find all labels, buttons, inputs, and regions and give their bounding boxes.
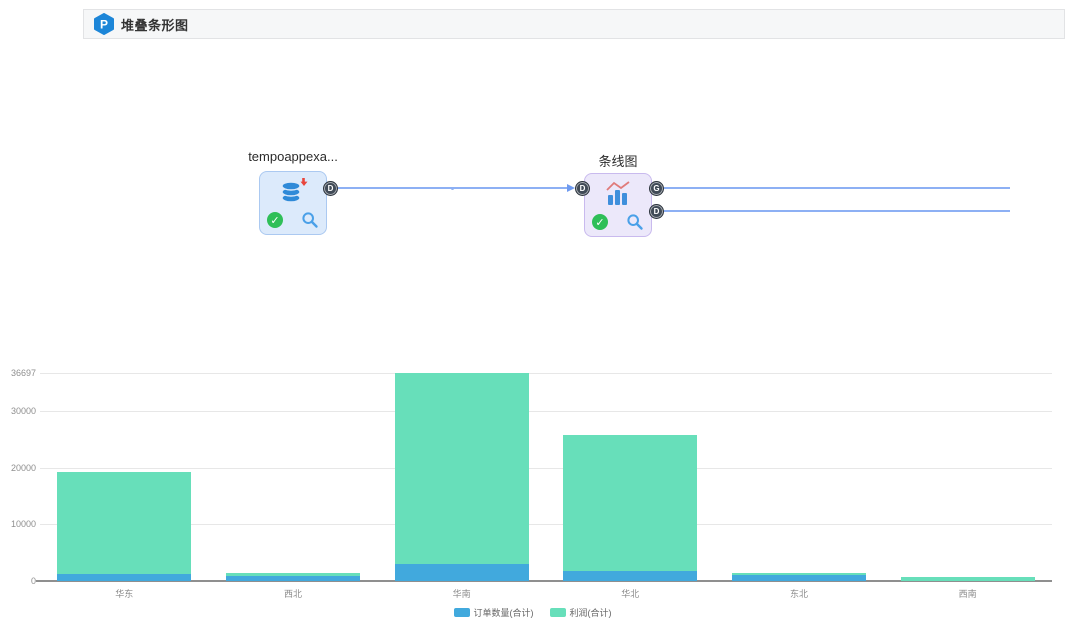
stacked-bar-chart: 0 10000 20000 30000 36697 华东 西北 华南 华北 东北 西南 订单数量(…	[0, 350, 1065, 632]
database-icon	[277, 177, 309, 209]
wire-output-g[interactable]	[664, 187, 1010, 189]
red-download-arrow-icon	[301, 178, 308, 186]
chart-node[interactable]: ✓	[584, 173, 652, 237]
y-tick-label: 20000	[2, 463, 36, 473]
source-node-label: tempoappexa...	[218, 149, 368, 164]
check-circle-icon: ✓	[267, 212, 283, 228]
legend-swatch	[454, 608, 470, 617]
legend-item[interactable]: 利润(合计)	[550, 606, 612, 619]
category-label: 东北	[759, 587, 839, 600]
wire-arrowhead	[567, 184, 575, 192]
y-tick-label: 30000	[2, 406, 36, 416]
category-label: 西北	[253, 587, 333, 600]
category-label: 华北	[590, 587, 670, 600]
magnifier-icon[interactable]	[301, 211, 319, 229]
y-axis: 010000200003000036697	[0, 350, 1052, 581]
legend-item[interactable]: 订单数量(合计)	[454, 606, 534, 619]
legend-label: 订单数量(合计)	[474, 606, 534, 619]
y-tick-label: 10000	[2, 519, 36, 529]
chart-output-port-d[interactable]: D	[649, 204, 664, 219]
magnifier-icon[interactable]	[626, 213, 644, 231]
bar-line-chart-icon	[602, 179, 634, 209]
category-label: 华南	[422, 587, 502, 600]
page-title: 堆叠条形图	[121, 15, 189, 34]
chart-input-port-d[interactable]: D	[575, 181, 590, 196]
category-label: 华东	[84, 587, 164, 600]
svg-text:P: P	[100, 18, 108, 32]
y-tick-label: 0	[2, 576, 36, 586]
chart-legend: 订单数量(合计) 利润(合计)	[0, 606, 1065, 619]
chart-output-port-g[interactable]: G	[649, 181, 664, 196]
legend-label: 利润(合计)	[570, 606, 612, 619]
source-node[interactable]: ✓	[259, 171, 327, 235]
wire-midpoint-dot	[451, 187, 454, 190]
check-circle-icon: ✓	[592, 214, 608, 230]
category-label: 西南	[928, 587, 1008, 600]
wire-output-d[interactable]	[664, 210, 1010, 212]
legend-swatch	[550, 608, 566, 617]
y-tick-label: 36697	[2, 368, 36, 378]
title-bar: P 堆叠条形图	[83, 9, 1065, 39]
source-output-port-d[interactable]: D	[323, 181, 338, 196]
hexagon-p-icon: P	[94, 13, 114, 35]
chart-node-label: 条线图	[543, 151, 693, 170]
